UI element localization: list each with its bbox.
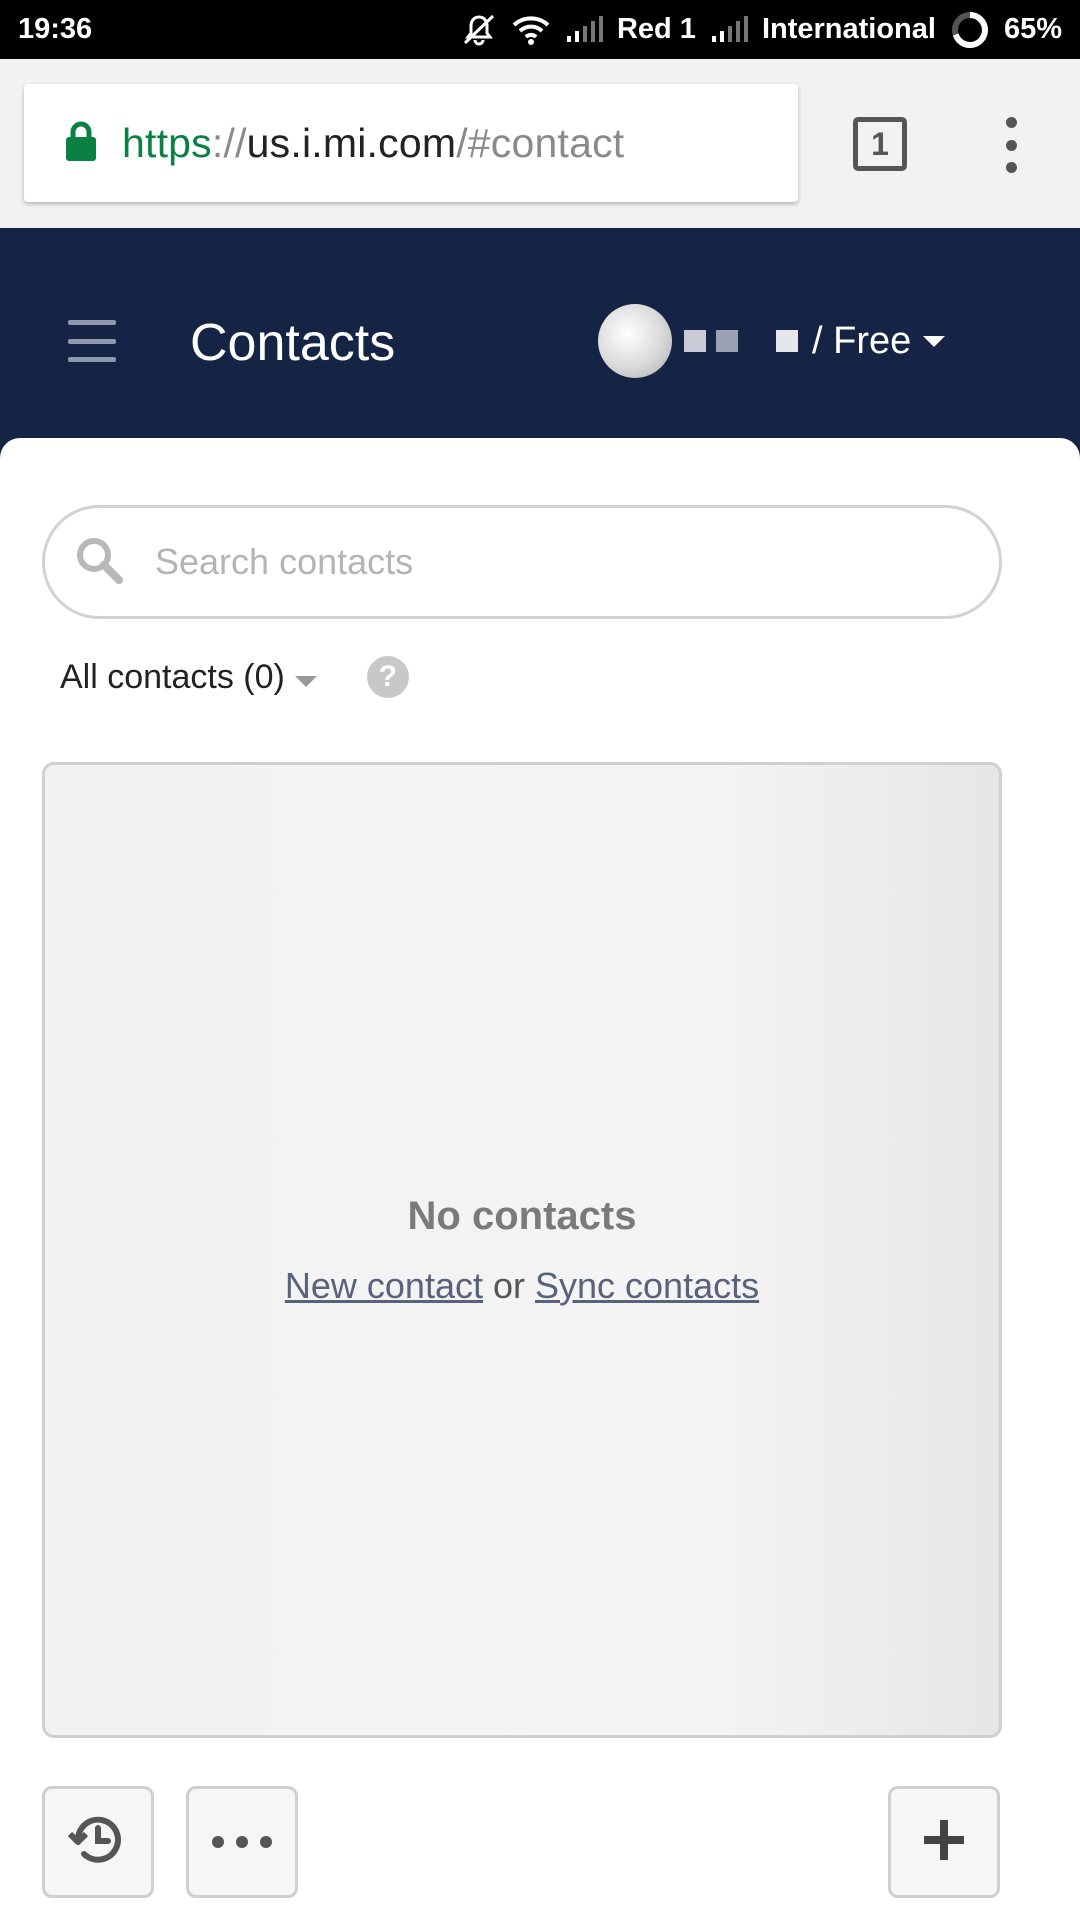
url-text: https://us.i.mi.com/#contact [122,120,624,167]
status-bar: 19:36 Red 1 International 65% [0,0,1080,59]
sync-contacts-link[interactable]: Sync contacts [535,1265,759,1306]
signal-icon [710,15,748,44]
url-path: /#contact [456,119,625,166]
more-horiz-icon [212,1836,272,1848]
avatar [598,304,672,378]
more-button[interactable] [186,1786,298,1898]
url-separator: :// [211,119,247,166]
empty-state-actions: New contact or Sync contacts [285,1265,759,1307]
history-icon [66,1808,130,1877]
page-title: Contacts [190,314,396,372]
signal-icon [565,15,603,44]
chevron-down-icon[interactable] [294,675,317,687]
wifi-icon [511,15,551,45]
help-icon[interactable]: ? [366,656,409,698]
main-content: All contacts (0) ? No contacts New conta… [0,438,1080,1920]
battery-icon [950,10,990,50]
status-time: 19:36 [18,13,93,45]
plan-label: / Free [812,319,912,362]
add-contact-button[interactable] [888,1786,1000,1898]
hamburger-icon[interactable] [68,320,116,362]
new-contact-link[interactable]: New contact [285,1265,483,1306]
search-icon [73,534,125,591]
search-input[interactable] [155,541,935,583]
tab-count: 1 [871,125,889,162]
chevron-down-icon [923,335,946,347]
search-box[interactable] [42,505,1002,619]
account-plan[interactable]: / Free [812,319,946,363]
address-bar[interactable]: https://us.i.mi.com/#contact [24,84,798,202]
empty-state-title: No contacts [407,1193,637,1238]
mute-icon [461,13,497,47]
browser-toolbar: https://us.i.mi.com/#contact 1 [0,59,1080,228]
tabs-icon[interactable]: 1 [853,117,907,171]
account-menu[interactable]: / Free [598,304,946,378]
carrier-1: Red 1 [616,13,696,45]
history-button[interactable] [42,1786,154,1898]
app-header: Contacts / Free [0,228,1080,458]
battery-percent: 65% [1003,13,1062,45]
filter-label[interactable]: All contacts (0) [60,658,285,697]
empty-state-or: or [492,1264,525,1306]
contacts-list: No contacts New contact or Sync contacts [42,762,1002,1738]
plus-icon [920,1816,968,1869]
carrier-2: International [761,13,936,45]
lock-icon [64,120,98,167]
user-name-redacted [684,330,798,352]
more-vert-icon[interactable] [1000,117,1022,173]
status-right: Red 1 International 65% [461,10,1062,50]
contacts-filter[interactable]: All contacts (0) ? [60,656,409,698]
url-scheme: https [122,119,212,166]
url-host: us.i.mi.com [246,119,457,166]
